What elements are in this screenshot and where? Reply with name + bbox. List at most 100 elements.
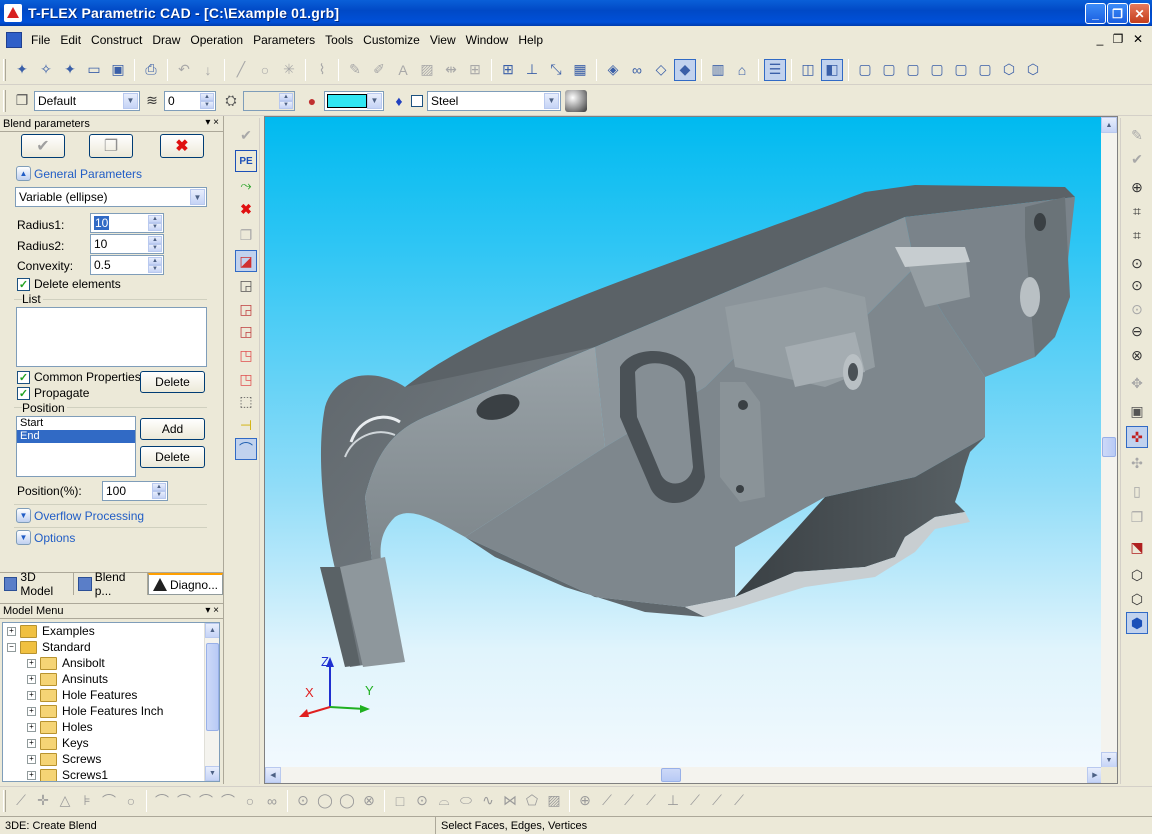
- arc-icon[interactable]: ⌓: [434, 790, 454, 812]
- redo-icon[interactable]: ↓: [197, 59, 219, 81]
- tree-item-ansibolt[interactable]: + Ansibolt: [27, 655, 105, 671]
- checkmark-icon[interactable]: ✔: [235, 124, 257, 146]
- face-select-icon[interactable]: ◲: [235, 274, 257, 296]
- line-icon[interactable]: ⟋: [619, 790, 639, 812]
- position-percent-input[interactable]: 100 ▲ ▼: [102, 481, 168, 501]
- preview-icon[interactable]: ❐: [235, 224, 257, 246]
- circle-icon[interactable]: ⊙: [412, 790, 432, 812]
- window-3d-icon[interactable]: ◫: [797, 59, 819, 81]
- node-icon[interactable]: ✛: [33, 790, 53, 812]
- panel-controls[interactable]: ▾ ×: [205, 605, 219, 616]
- tree-item-examples[interactable]: + Examples: [7, 623, 95, 639]
- pe-icon[interactable]: PE: [235, 150, 257, 172]
- circle-icon[interactable]: ○: [121, 790, 141, 812]
- ok-button[interactable]: ✔: [21, 134, 65, 158]
- view-iso-icon[interactable]: ⬡: [998, 59, 1020, 81]
- expand-icon[interactable]: +: [7, 626, 16, 636]
- expand-icon[interactable]: +: [27, 722, 36, 732]
- cancel-button[interactable]: ✖: [160, 134, 204, 158]
- face-red2-icon[interactable]: ◲: [235, 320, 257, 342]
- paint-bucket-icon[interactable]: ♦: [388, 90, 410, 112]
- scroll-thumb[interactable]: [661, 768, 681, 782]
- line-icon[interactable]: ⟋: [11, 790, 31, 812]
- restore-button[interactable]: ❐: [1107, 3, 1128, 24]
- scroll-thumb[interactable]: [206, 643, 219, 731]
- blend-surface-icon[interactable]: ⌒: [235, 438, 257, 460]
- menu-edit[interactable]: Edit: [55, 33, 86, 47]
- line-icon[interactable]: ⟋: [729, 790, 749, 812]
- delete-list-button[interactable]: Delete: [140, 371, 205, 393]
- close-button[interactable]: ✕: [1129, 3, 1150, 24]
- layer-select[interactable]: Default ▼: [34, 90, 140, 111]
- minimize-button[interactable]: _: [1085, 3, 1106, 24]
- viewport-horizontal-scrollbar[interactable]: ◀ ▶: [265, 767, 1103, 783]
- text-icon[interactable]: A: [392, 59, 414, 81]
- chevron-down-icon[interactable]: ▼: [16, 530, 31, 545]
- axis-icon[interactable]: ⊥: [521, 59, 543, 81]
- circle-icon[interactable]: ○: [240, 790, 260, 812]
- expand-icon[interactable]: +: [27, 754, 36, 764]
- line-icon[interactable]: ╱: [230, 59, 252, 81]
- polygon-icon[interactable]: ⬠: [522, 790, 542, 812]
- view-front-icon[interactable]: ▢: [854, 59, 876, 81]
- pan-icon[interactable]: ✥: [1126, 372, 1148, 394]
- material-checkbox[interactable]: [411, 94, 423, 107]
- tree-item-hole-features[interactable]: + Hole Features: [27, 687, 137, 703]
- node-icon[interactable]: ⊕: [575, 790, 595, 812]
- zoom-all-icon[interactable]: ⌗: [1126, 224, 1148, 246]
- general-parameters-section[interactable]: ▲ General Parameters: [16, 166, 142, 181]
- new-icon[interactable]: ✦: [11, 59, 33, 81]
- menu-help[interactable]: Help: [513, 33, 548, 47]
- list-item[interactable]: End: [17, 430, 135, 443]
- common-properties-checkbox[interactable]: ✓ Common Properties: [17, 370, 141, 384]
- pen-icon[interactable]: ✎: [344, 59, 366, 81]
- section-icon[interactable]: ⬔: [1126, 536, 1148, 558]
- polyline-icon[interactable]: ⋈: [500, 790, 520, 812]
- face-red-icon[interactable]: ◲: [235, 298, 257, 320]
- 3d-model-view[interactable]: Z Y X: [265, 117, 1103, 768]
- sketch-icon[interactable]: ⌇: [311, 59, 333, 81]
- expand-icon[interactable]: +: [27, 690, 36, 700]
- view-back-icon[interactable]: ▢: [878, 59, 900, 81]
- magnet-icon[interactable]: ⌂: [731, 59, 753, 81]
- scroll-down-icon[interactable]: ▼: [1101, 752, 1117, 768]
- circle-icon[interactable]: ⊗: [359, 790, 379, 812]
- vertical-line-icon[interactable]: ⊧: [77, 790, 97, 812]
- priority-input[interactable]: ▲ ▼: [243, 90, 295, 111]
- menu-customize[interactable]: Customize: [358, 33, 425, 47]
- chevron-down-icon[interactable]: ▼: [190, 189, 205, 205]
- tab-blend-parameters[interactable]: Blend p...: [74, 570, 148, 598]
- zoom-window-icon[interactable]: ⌗: [1126, 200, 1148, 222]
- material-sphere-icon[interactable]: [565, 89, 587, 112]
- chevron-down-icon[interactable]: ▼: [123, 92, 138, 109]
- tree-item-ansinuts[interactable]: + Ansinuts: [27, 671, 108, 687]
- expand-icon[interactable]: +: [27, 738, 36, 748]
- edge-yellow-icon[interactable]: ⊣: [235, 414, 257, 436]
- properties-icon[interactable]: ☰: [764, 58, 786, 81]
- line-icon[interactable]: ⟋: [641, 790, 661, 812]
- material-icon[interactable]: ◈: [602, 59, 624, 81]
- menu-tools[interactable]: Tools: [320, 33, 358, 47]
- line-icon[interactable]: ⊥: [663, 790, 683, 812]
- document-icon[interactable]: [6, 32, 22, 48]
- doc-restore-button[interactable]: ❐: [1110, 32, 1126, 46]
- ellipse-icon[interactable]: ⬭: [456, 790, 476, 812]
- node-icon[interactable]: ✳: [278, 59, 300, 81]
- spin-down-icon[interactable]: ▼: [148, 244, 162, 252]
- menu-draw[interactable]: Draw: [147, 33, 185, 47]
- arc-icon[interactable]: ⌒: [152, 790, 172, 812]
- fill-icon[interactable]: ▨: [544, 790, 564, 812]
- face-red4-icon[interactable]: ◳: [235, 368, 257, 390]
- line-icon[interactable]: ⟋: [707, 790, 727, 812]
- add-button[interactable]: Add: [140, 418, 205, 440]
- chevron-up-icon[interactable]: ▲: [16, 166, 31, 181]
- expand-icon[interactable]: +: [27, 706, 36, 716]
- circle-icon[interactable]: ⊙: [293, 790, 313, 812]
- menu-file[interactable]: File: [26, 33, 55, 47]
- open-folder-icon[interactable]: ▭: [83, 59, 105, 81]
- zoom-dynamic-icon[interactable]: ⊗: [1126, 344, 1148, 366]
- line-icon[interactable]: ⟋: [685, 790, 705, 812]
- menu-operation[interactable]: Operation: [185, 33, 248, 47]
- propagate-checkbox[interactable]: ✓ Propagate: [17, 386, 89, 400]
- spin-down-icon[interactable]: ▼: [200, 100, 214, 109]
